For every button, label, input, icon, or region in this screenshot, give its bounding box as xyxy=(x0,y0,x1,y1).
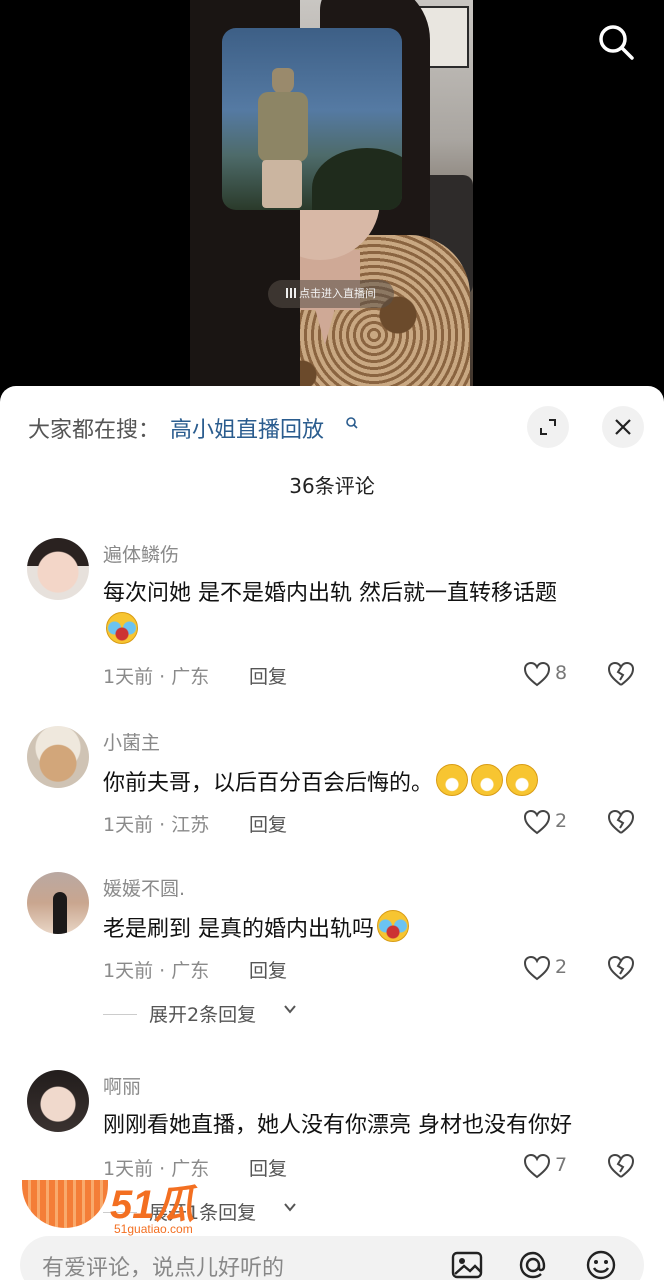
dislike-button[interactable] xyxy=(606,659,636,689)
expand-icon xyxy=(540,419,556,435)
chevron-down-icon xyxy=(283,1002,297,1020)
avatar[interactable] xyxy=(27,538,89,600)
sheet-header: 大家都在搜： 高小姐直播回放 xyxy=(0,386,664,470)
avatar[interactable] xyxy=(27,1070,89,1132)
reply-button[interactable]: 回复 xyxy=(249,662,287,689)
comment-time-location: 1天前 · 广东 xyxy=(103,666,210,688)
trending-prefix: 大家都在搜： xyxy=(28,418,161,443)
like-count: 8 xyxy=(555,662,568,684)
emoji-button[interactable] xyxy=(584,1248,618,1280)
search-icon xyxy=(599,25,634,60)
reply-button[interactable]: 回复 xyxy=(249,956,287,983)
pip-head xyxy=(272,68,294,94)
dislike-button[interactable] xyxy=(606,807,636,837)
trending-search-link[interactable]: 高小姐直播回放 xyxy=(170,412,324,444)
comment-username[interactable]: 啊丽 xyxy=(103,1072,141,1099)
enter-live-room-button[interactable]: 点击进入直播间 xyxy=(268,280,394,308)
search-small-icon xyxy=(345,416,359,434)
expand-replies-label: 展开2条回复 xyxy=(149,1004,257,1026)
reply-button[interactable]: 回复 xyxy=(249,810,287,837)
cry-laugh-emoji-icon xyxy=(106,612,138,644)
heart-icon xyxy=(523,661,551,687)
comment-username[interactable]: 小菌主 xyxy=(103,728,160,755)
comment-text-content: 你前夫哥，以后百分百会后悔的。 xyxy=(103,771,434,796)
comment-count: 36条评论 xyxy=(289,474,375,498)
heart-icon xyxy=(523,809,551,835)
smiley-icon xyxy=(586,1250,616,1280)
comment-time-location: 1天前 · 江苏 xyxy=(103,814,210,836)
pip-legs xyxy=(262,160,302,208)
like-count: 2 xyxy=(555,956,568,978)
image-icon xyxy=(451,1251,483,1279)
reply-button[interactable]: 回复 xyxy=(249,1154,287,1181)
expand-replies-button[interactable]: 展开2条回复 xyxy=(103,1000,403,1030)
picture-in-picture-video[interactable] xyxy=(222,28,402,210)
comment-text: 老是刷到 是真的婚内出轨吗 xyxy=(103,910,643,948)
like-count: 7 xyxy=(555,1154,568,1176)
mention-button[interactable] xyxy=(516,1248,550,1280)
expand-button[interactable] xyxy=(527,406,569,448)
like-button[interactable]: 2 xyxy=(522,953,582,983)
dislike-button[interactable] xyxy=(606,1151,636,1181)
comment-text-content: 老是刷到 是真的婚内出轨吗 xyxy=(103,917,374,942)
watermelon-logo-icon xyxy=(22,1180,108,1228)
broken-heart-icon xyxy=(607,1153,635,1178)
live-bars-icon xyxy=(286,288,296,298)
avatar[interactable] xyxy=(27,872,89,934)
comment-input-placeholder[interactable]: 有爱评论，说点儿好听的 xyxy=(42,1250,284,1280)
heart-icon xyxy=(523,955,551,981)
image-button[interactable] xyxy=(450,1248,484,1280)
watermark-url: 51guatiao.com xyxy=(114,1222,193,1236)
pip-body xyxy=(258,92,308,162)
like-button[interactable]: 7 xyxy=(522,1151,582,1181)
broken-heart-icon xyxy=(607,809,635,834)
comment-input-bar[interactable]: 有爱评论，说点儿好听的 xyxy=(20,1236,644,1280)
close-button[interactable] xyxy=(602,406,644,448)
site-watermark: 51瓜条 51guatiao.com xyxy=(22,1172,232,1280)
close-icon xyxy=(615,419,631,435)
live-prompt-label: 点击进入直播间 xyxy=(299,288,376,300)
heart-icon xyxy=(523,1153,551,1179)
comment-username[interactable]: 遍体鳞伤 xyxy=(103,540,179,567)
comment-text: 每次问她 是不是婚内出轨 然后就一直转移话题 xyxy=(103,576,643,650)
pip-trees xyxy=(312,148,402,210)
comment-text: 刚刚看她直播，她人没有你漂亮 身材也没有你好 xyxy=(103,1113,572,1138)
dislike-button[interactable] xyxy=(606,953,636,983)
comment-sheet: 大家都在搜： 高小姐直播回放 36条评论 遍体鳞伤 每次问她 是不是婚内出轨 然… xyxy=(0,386,664,1280)
avatar[interactable] xyxy=(27,726,89,788)
pip-soldier-figure xyxy=(250,68,314,208)
comment-time-location: 1天前 · 广东 xyxy=(103,960,210,982)
grin-emoji-icon xyxy=(436,764,469,796)
sweat-emoji-icon xyxy=(377,910,409,942)
broken-heart-icon xyxy=(607,661,635,686)
like-count: 2 xyxy=(555,810,568,832)
at-icon xyxy=(519,1251,546,1279)
grin-emoji-icon xyxy=(506,764,539,796)
like-button[interactable]: 2 xyxy=(522,807,582,837)
chevron-down-icon xyxy=(283,1200,297,1218)
comment-username[interactable]: 媛媛不圆. xyxy=(103,874,185,901)
like-button[interactable]: 8 xyxy=(522,659,582,689)
video-player[interactable]: 点击进入直播间 xyxy=(0,0,664,400)
grin-emoji-icon xyxy=(471,764,504,796)
comment-text: 你前夫哥，以后百分百会后悔的。 xyxy=(103,764,643,802)
broken-heart-icon xyxy=(607,955,635,980)
search-button[interactable] xyxy=(594,20,638,64)
divider-line xyxy=(103,1014,137,1015)
comment-text-content: 每次问她 是不是婚内出轨 然后就一直转移话题 xyxy=(103,581,557,606)
